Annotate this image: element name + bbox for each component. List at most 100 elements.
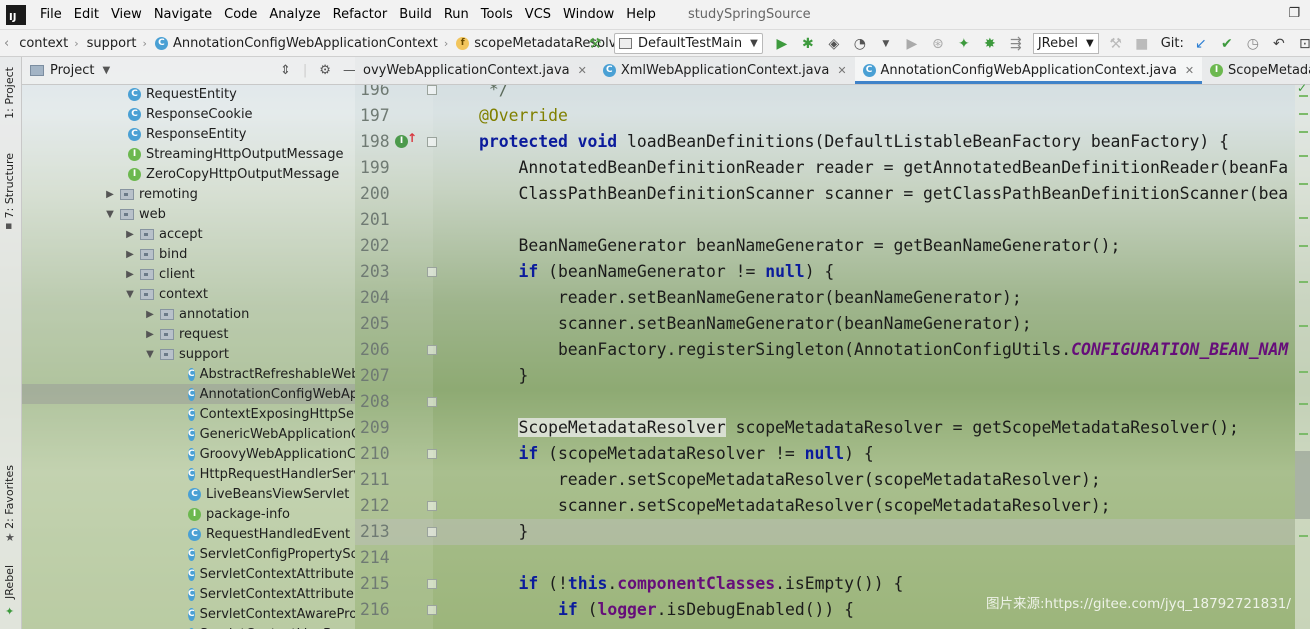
chevron-right-icon[interactable]: ▶ (124, 229, 136, 240)
tree-item[interactable]: C ServletContextAttributeExp (22, 564, 355, 584)
line-number[interactable]: 210 (360, 441, 390, 467)
code-line[interactable]: 202 BeanNameGenerator beanNameGenerator … (355, 233, 1295, 259)
menu-tools[interactable]: Tools (475, 7, 519, 22)
fold-marker-icon[interactable] (427, 397, 437, 407)
code-line[interactable]: 199 AnnotatedBeanDefinitionReader reader… (355, 155, 1295, 181)
jrebel-run-icon[interactable]: ✦ (955, 35, 973, 53)
tree-item[interactable]: C ResponseCookie (22, 104, 355, 124)
tree-item[interactable]: ▶ bind (22, 244, 355, 264)
line-number[interactable]: 214 (360, 545, 390, 571)
line-number[interactable]: 197 (360, 103, 390, 129)
code-editor[interactable]: 196 */197 @Override 198 I ↑ protected void lo… (355, 85, 1295, 629)
tree-item[interactable]: I ZeroCopyHttpOutputMessage (22, 164, 355, 184)
chevron-right-icon[interactable]: ▶ (124, 269, 136, 280)
project-panel-title[interactable]: Project (50, 63, 94, 78)
tree-item[interactable]: C ServletConfigPropertySour (22, 544, 355, 564)
editor-tab[interactable]: C XmlWebApplicationContext.java ✕ (595, 57, 855, 84)
code-line[interactable]: 196 */ (355, 85, 1295, 103)
profile-icon[interactable]: ◔ (851, 35, 869, 53)
line-number[interactable]: 213 (360, 519, 390, 545)
tree-item[interactable]: C GenericWebApplicationCo (22, 424, 355, 444)
structure-tool-button[interactable]: 7: Structure (3, 153, 16, 218)
code-line[interactable]: 206 beanFactory.registerSingleton(Annota… (355, 337, 1295, 363)
code-line[interactable]: 210 if (scopeMetadataResolver != null) { (355, 441, 1295, 467)
chevron-down-icon[interactable]: ▼ (102, 65, 110, 76)
minimize-icon[interactable]: — (343, 63, 355, 78)
line-number[interactable]: 201 (360, 207, 390, 233)
chevron-right-icon[interactable]: ▶ (144, 309, 156, 320)
menu-refactor[interactable]: Refactor (327, 7, 394, 22)
code-line[interactable]: 197 @Override (355, 103, 1295, 129)
chevron-down-icon[interactable]: ▼ (124, 289, 136, 300)
code-line[interactable]: 207 } (355, 363, 1295, 389)
scrollbar-thumb[interactable] (1295, 451, 1310, 519)
editor-tab[interactable]: C AnnotationConfigWebApplicationContext.j… (854, 57, 1203, 84)
breadcrumb-class[interactable]: C AnnotationConfigWebApplicationContext … (153, 36, 454, 51)
jrebel-tool-button[interactable]: JRebel (3, 565, 16, 599)
build-hammer-icon[interactable]: ⚒ (586, 35, 604, 53)
git-commit-icon[interactable]: ✔ (1218, 35, 1236, 53)
line-number[interactable]: 205 (360, 311, 390, 337)
line-number[interactable]: 212 (360, 493, 390, 519)
tree-item[interactable]: ▶ annotation (22, 304, 355, 324)
tree-item[interactable]: ▼ web (22, 204, 355, 224)
tree-item[interactable]: ▶ request (22, 324, 355, 344)
close-tab-icon[interactable]: ✕ (578, 64, 587, 77)
code-line[interactable]: 212 scanner.setScopeMetadataResolver(sco… (355, 493, 1295, 519)
line-number[interactable]: 200 (360, 181, 390, 207)
menu-view[interactable]: View (105, 7, 148, 22)
more-run-chevron-icon[interactable]: ▼ (877, 35, 895, 53)
chevron-right-icon[interactable]: ▶ (124, 249, 136, 260)
code-line[interactable]: 203 if (beanNameGenerator != null) { (355, 259, 1295, 285)
breadcrumb-context[interactable]: context › (11, 36, 84, 51)
breadcrumb-arrow-icon[interactable]: ‹ (0, 36, 11, 51)
menu-window[interactable]: Window (557, 7, 620, 22)
breadcrumb-support[interactable]: support › (85, 36, 153, 51)
favorites-tool-button[interactable]: 2: Favorites (3, 465, 16, 529)
fold-marker-icon[interactable] (427, 605, 437, 615)
line-number[interactable]: 211 (360, 467, 390, 493)
coverage-icon[interactable]: ◈ (825, 35, 843, 53)
line-number[interactable]: 202 (360, 233, 390, 259)
jrebel-debug-icon[interactable]: ✸ (981, 35, 999, 53)
tree-item[interactable]: C LiveBeansViewServlet (22, 484, 355, 504)
tree-item[interactable]: ▼ support (22, 344, 355, 364)
line-number[interactable]: 204 (360, 285, 390, 311)
git-history-icon[interactable]: ◷ (1244, 35, 1262, 53)
fold-marker-icon[interactable] (427, 579, 437, 589)
editor-error-stripe[interactable]: ✓ (1295, 81, 1310, 629)
debug-icon[interactable]: ✱ (799, 35, 817, 53)
menu-help[interactable]: Help (620, 7, 662, 22)
tree-item[interactable]: C ResponseEntity (22, 124, 355, 144)
chevron-down-icon[interactable]: ▼ (104, 209, 116, 220)
tree-item[interactable]: Ipackage-info (22, 504, 355, 524)
menu-analyze[interactable]: Analyze (263, 7, 326, 22)
menu-code[interactable]: Code (218, 7, 263, 22)
code-line[interactable]: 204 reader.setBeanNameGenerator(beanName… (355, 285, 1295, 311)
line-number[interactable]: 215 (360, 571, 390, 597)
fold-marker-icon[interactable] (427, 137, 437, 147)
line-number[interactable]: 209 (360, 415, 390, 441)
line-number[interactable]: 207 (360, 363, 390, 389)
code-line[interactable]: 201 (355, 207, 1295, 233)
close-tab-icon[interactable]: ✕ (1185, 64, 1194, 77)
code-line[interactable]: 198 I ↑ protected void loadBeanDefinitions(… (355, 129, 1295, 155)
fold-marker-icon[interactable] (427, 527, 437, 537)
fold-marker-icon[interactable] (427, 501, 437, 511)
update-running-app-icon[interactable]: ⊛ (929, 35, 947, 53)
tree-item[interactable]: ▶ remoting (22, 184, 355, 204)
attach-debugger-icon[interactable]: ▶ (903, 35, 921, 53)
menu-file[interactable]: File (34, 7, 68, 22)
project-tool-button[interactable]: 1: Project (3, 67, 16, 119)
override-arrow-icon[interactable]: ↑ (407, 131, 417, 145)
fold-marker-icon[interactable] (427, 85, 437, 95)
tree-item[interactable]: C ServletContextAttributeFac (22, 584, 355, 604)
code-line[interactable]: 208 (355, 389, 1295, 415)
code-line[interactable]: 205 scanner.setBeanNameGenerator(beanNam… (355, 311, 1295, 337)
tree-item[interactable]: C AbstractRefreshableWebA (22, 364, 355, 384)
tree-item[interactable]: C HttpRequestHandlerServle (22, 464, 355, 484)
stop-icon[interactable]: ■ (1133, 35, 1151, 53)
menu-run[interactable]: Run (438, 7, 475, 22)
menu-navigate[interactable]: Navigate (148, 7, 218, 22)
code-line[interactable]: 214 (355, 545, 1295, 571)
